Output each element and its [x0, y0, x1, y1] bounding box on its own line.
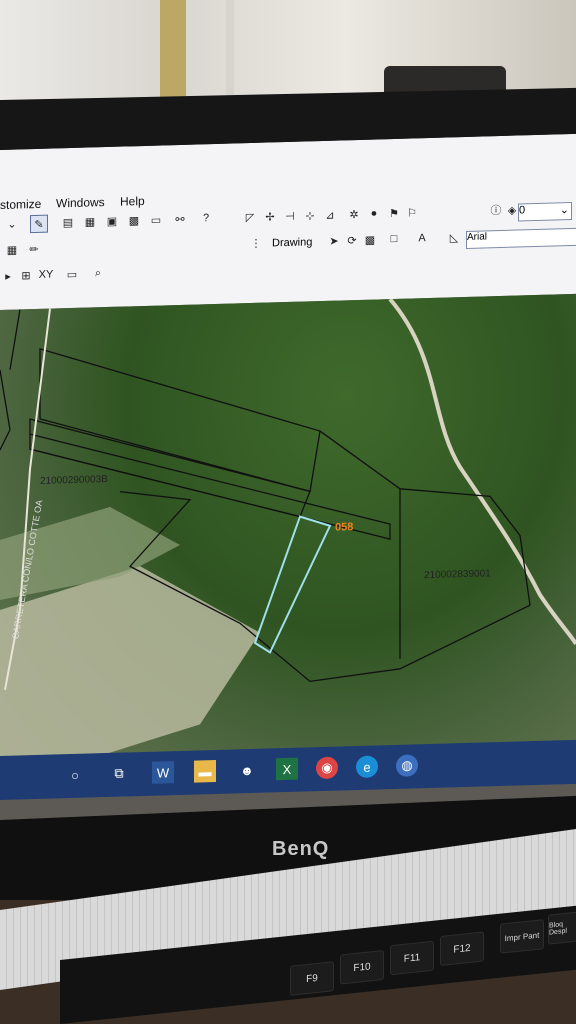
drawing-menu[interactable]: Drawing: [272, 236, 312, 249]
zoom-value: 0: [519, 204, 526, 217]
layout-icon[interactable]: ▭: [64, 266, 80, 282]
arcgis-icon[interactable]: ◍: [396, 754, 418, 777]
key-f9[interactable]: F9: [290, 961, 334, 996]
chrome-icon[interactable]: ◉: [316, 756, 338, 780]
line-tool-icon[interactable]: ⊿: [322, 207, 338, 223]
chevron-down-icon: ⌄: [559, 204, 569, 217]
people-icon[interactable]: ☻: [236, 759, 258, 782]
model-builder-icon[interactable]: ⚯: [172, 211, 188, 227]
search-window-icon[interactable]: ▣: [104, 213, 120, 229]
toolbox-icon[interactable]: ▩: [126, 212, 142, 228]
pencil-icon[interactable]: ✏: [26, 241, 42, 257]
split-tool-icon[interactable]: ⊣: [282, 208, 298, 224]
field-patch: [0, 566, 260, 769]
flag-2-icon[interactable]: ⚐: [404, 204, 420, 220]
key-f10[interactable]: F10: [340, 949, 384, 985]
xy-icon[interactable]: XY: [38, 266, 54, 282]
word-icon[interactable]: W: [152, 761, 174, 784]
background-pole-2: [226, 0, 234, 108]
vertex-tool-icon[interactable]: ✢: [262, 208, 278, 224]
topology-icon[interactable]: ✲: [346, 206, 362, 222]
rectangle-icon[interactable]: □: [386, 231, 402, 247]
parcel-label-right: 210002839001: [424, 568, 491, 581]
text-tool-icon[interactable]: A: [414, 230, 430, 246]
parcel-small-label: 058: [335, 521, 353, 534]
font-name: Arial: [467, 231, 488, 243]
grid-icon[interactable]: ▦: [4, 241, 20, 257]
info-icon[interactable]: ⓘ: [488, 202, 504, 218]
table-icon[interactable]: ▤: [60, 214, 76, 230]
add-data-icon[interactable]: ⊞: [18, 267, 34, 283]
key-print-screen[interactable]: Impr Pant: [500, 919, 544, 954]
monitor-screen: stomize Windows Help ⌄ ✎ ▤ ▦ ▣ ▩ ▭ ⚯ ? ◸…: [0, 133, 576, 830]
globe-icon[interactable]: ●: [366, 205, 382, 221]
whats-this-icon[interactable]: ?: [198, 210, 214, 226]
rotate-icon[interactable]: ⟳: [344, 232, 360, 248]
search-icon[interactable]: ○: [64, 764, 86, 787]
map-view[interactable]: 058 21000290003B 210002839001 CARRETERA …: [0, 293, 576, 780]
monitor-brand-logo: BenQ: [272, 838, 330, 860]
menu-customize[interactable]: stomize: [0, 197, 41, 212]
menu-help[interactable]: Help: [120, 194, 145, 209]
dirt-road: [388, 297, 576, 646]
toolbar-grip-icon: ⋮: [250, 237, 262, 250]
edit-tool-icon[interactable]: ✎: [30, 214, 48, 234]
menu-windows[interactable]: Windows: [56, 195, 105, 210]
key-f12[interactable]: F12: [440, 931, 484, 967]
trace-tool-icon[interactable]: ⊹: [302, 207, 318, 223]
editor-sketch-icon[interactable]: ◸: [242, 209, 258, 225]
key-scroll-lock[interactable]: Bloq Despl: [548, 911, 576, 945]
parcel-highlight: [253, 515, 332, 654]
task-view-icon[interactable]: ⧉: [108, 762, 130, 785]
file-explorer-icon[interactable]: ▬: [194, 759, 216, 783]
flag-icon[interactable]: ⚑: [386, 205, 402, 221]
parcel-label-top-left: 21000290003B: [40, 474, 108, 487]
select-arrow-icon[interactable]: ➤: [326, 232, 342, 248]
toolbar-area: stomize Windows Help ⌄ ✎ ▤ ▦ ▣ ▩ ▭ ⚯ ? ◸…: [0, 133, 576, 310]
excel-icon[interactable]: X: [276, 757, 298, 781]
map-svg: 058 21000290003B 210002839001 CARRETERA …: [0, 297, 576, 769]
image-icon[interactable]: ▩: [362, 231, 378, 247]
python-window-icon[interactable]: ▭: [148, 211, 164, 227]
zoom-combo[interactable]: 0 ⌄: [518, 202, 572, 222]
callout-icon[interactable]: ◺: [446, 229, 462, 245]
background-pole: [160, 0, 186, 110]
dropdown-arrow-icon[interactable]: ⌄: [2, 215, 22, 232]
edge-icon[interactable]: e: [356, 755, 378, 779]
key-f11[interactable]: F11: [390, 940, 434, 976]
zoom-window-icon[interactable]: ⌕: [90, 265, 106, 281]
catalog-icon[interactable]: ▦: [82, 213, 98, 229]
pointer-icon[interactable]: ▸: [0, 268, 16, 284]
font-combo[interactable]: Arial: [466, 227, 576, 249]
